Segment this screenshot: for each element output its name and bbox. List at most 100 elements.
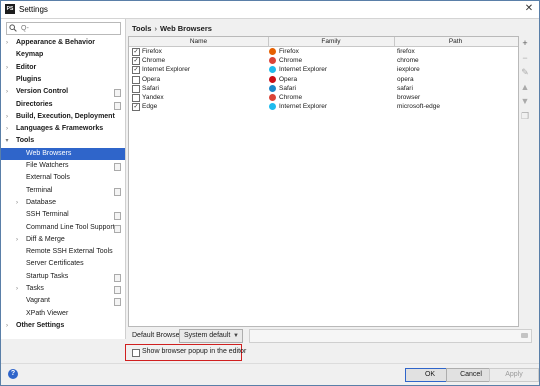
copy-icon[interactable]: ❐ (519, 110, 531, 122)
browser-name[interactable]: Edge (142, 102, 157, 111)
sidebar-item-other-settings[interactable]: › Other Settings (1, 320, 125, 332)
sidebar-item-ssh-terminal[interactable]: SSH Terminal (1, 209, 125, 221)
chevron-right-icon[interactable]: › (4, 320, 10, 332)
table-row[interactable]: ✓ Internet Explorer Internet Explorer iexpl… (129, 65, 518, 75)
sidebar-item-command-line-tool-support[interactable]: Command Line Tool Support (1, 222, 125, 234)
sidebar-item-version-control[interactable]: › Version Control (1, 86, 125, 98)
sidebar-item-label: External Tools (26, 174, 70, 182)
table-row[interactable]: ✓ Firefox Firefox firefox (129, 47, 518, 56)
browser-family[interactable]: Firefox (279, 47, 299, 56)
folder-icon[interactable] (521, 333, 528, 338)
move-up-icon[interactable]: ▲ (519, 81, 531, 93)
browser-path[interactable]: browser (397, 93, 420, 102)
help-icon[interactable]: ? (8, 369, 18, 379)
browser-family[interactable]: Opera (279, 75, 297, 84)
sidebar-item-plugins[interactable]: Plugins (1, 74, 125, 86)
table-row[interactable]: Safari Safari safari (129, 84, 518, 93)
apply-button[interactable]: Apply (489, 368, 539, 382)
chevron-right-icon[interactable]: › (4, 37, 10, 49)
browser-name[interactable]: Safari (142, 84, 159, 93)
chevron-right-icon[interactable]: › (4, 111, 10, 123)
browser-path[interactable]: chrome (397, 56, 419, 65)
sidebar-item-appearance-behavior[interactable]: › Appearance & Behavior (1, 37, 125, 49)
row-checkbox[interactable]: ✓ (132, 57, 140, 66)
remove-icon[interactable]: − (519, 52, 531, 64)
close-icon[interactable]: ✕ (523, 3, 535, 15)
chevron-right-icon[interactable]: › (14, 283, 20, 295)
ie-icon (269, 103, 276, 111)
browser-path-field[interactable] (249, 329, 532, 343)
sidebar-item-diff-merge[interactable]: › Diff & Merge (1, 234, 125, 246)
sidebar-item-vagrant[interactable]: Vagrant (1, 295, 125, 307)
sidebar-item-tasks[interactable]: › Tasks (1, 283, 125, 295)
popup-checkbox-label[interactable]: Show browser popup in the editor (142, 348, 246, 356)
row-checkbox[interactable]: ✓ (132, 103, 140, 112)
breadcrumb-root[interactable]: Tools (132, 24, 151, 33)
browser-family[interactable]: Safari (279, 84, 296, 93)
sidebar-item-languages-frameworks[interactable]: › Languages & Frameworks (1, 123, 125, 135)
chrome-icon (269, 57, 276, 65)
sidebar-item-keymap[interactable]: Keymap (1, 49, 125, 61)
edit-icon[interactable]: ✎ (519, 66, 531, 78)
table-row[interactable]: ✓ Chrome Chrome chrome (129, 56, 518, 66)
chevron-right-icon[interactable]: › (4, 62, 10, 74)
column-header-path[interactable]: Path (394, 37, 517, 46)
row-checkbox[interactable]: ✓ (132, 48, 140, 56)
browser-path[interactable]: iexplore (397, 65, 420, 74)
chevron-right-icon[interactable]: › (14, 234, 20, 246)
browser-path[interactable]: microsoft-edge (397, 102, 440, 111)
browser-family[interactable]: Chrome (279, 56, 302, 65)
move-down-icon[interactable]: ▼ (519, 95, 531, 107)
sidebar-item-file-watchers[interactable]: File Watchers (1, 160, 125, 172)
browser-family[interactable]: Internet Explorer (279, 102, 327, 111)
sidebar-item-database[interactable]: › Database (1, 197, 125, 209)
project-scope-icon (114, 89, 121, 98)
sidebar-item-tools[interactable]: ▾ Tools (1, 135, 125, 147)
sidebar-item-build-execution-deployment[interactable]: › Build, Execution, Deployment (1, 111, 125, 123)
sidebar-item-remote-ssh-external-tools[interactable]: Remote SSH External Tools (1, 246, 125, 258)
column-header-family[interactable]: Family (268, 37, 395, 46)
browser-path[interactable]: opera (397, 75, 414, 84)
opera-icon (269, 75, 276, 83)
browser-name[interactable]: Opera (142, 75, 160, 84)
browser-path[interactable]: firefox (397, 47, 415, 56)
sidebar-item-web-browsers[interactable]: Web Browsers (1, 147, 125, 160)
column-header-name[interactable]: Name (129, 37, 269, 46)
row-checkbox[interactable] (132, 84, 140, 93)
sidebar-item-terminal[interactable]: Terminal (1, 185, 125, 197)
chevron-right-icon[interactable]: › (4, 123, 10, 135)
sidebar-item-label: File Watchers (26, 162, 69, 169)
search-icon (9, 24, 17, 32)
chevron-down-icon[interactable]: ▾ (4, 135, 10, 147)
row-checkbox[interactable] (132, 94, 140, 102)
sidebar-item-server-certificates[interactable]: Server Certificates (1, 258, 125, 270)
browser-family[interactable]: Internet Explorer (279, 65, 327, 74)
row-checkbox[interactable]: ✓ (132, 66, 140, 75)
sidebar-item-editor[interactable]: › Editor (1, 62, 125, 74)
sidebar-item-startup-tasks[interactable]: Startup Tasks (1, 271, 125, 283)
browser-name[interactable]: Firefox (142, 47, 162, 56)
chevron-right-icon[interactable]: › (4, 86, 10, 98)
add-icon[interactable]: + (519, 37, 531, 49)
popup-checkbox[interactable] (132, 349, 140, 357)
table-row[interactable]: Yandex Chrome browser (129, 93, 518, 102)
table-row[interactable]: ✓ Edge Internet Explorer microsoft-edge (129, 102, 518, 112)
sidebar-item-xpath-viewer[interactable]: XPath Viewer (1, 308, 125, 320)
search-input[interactable] (21, 23, 117, 34)
safari-icon (269, 84, 276, 92)
browser-name[interactable]: Internet Explorer (142, 65, 190, 74)
sidebar-item-directories[interactable]: Directories (1, 99, 125, 111)
row-checkbox[interactable] (132, 75, 140, 84)
browser-family[interactable]: Chrome (279, 93, 302, 102)
sidebar-item-label: Command Line Tool Support (26, 223, 115, 231)
browser-name[interactable]: Chrome (142, 56, 165, 65)
sidebar-item-external-tools[interactable]: External Tools (1, 172, 125, 184)
default-browser-select[interactable]: System default ▼ (179, 329, 243, 343)
browser-path[interactable]: safari (397, 84, 413, 93)
chevron-right-icon[interactable]: › (14, 197, 20, 209)
table-row[interactable]: Opera Opera opera (129, 75, 518, 84)
sidebar-item-label: Appearance & Behavior (16, 39, 95, 46)
browser-name[interactable]: Yandex (142, 93, 164, 102)
search-box[interactable] (6, 22, 121, 35)
sidebar-item-label: Directories (16, 100, 53, 108)
